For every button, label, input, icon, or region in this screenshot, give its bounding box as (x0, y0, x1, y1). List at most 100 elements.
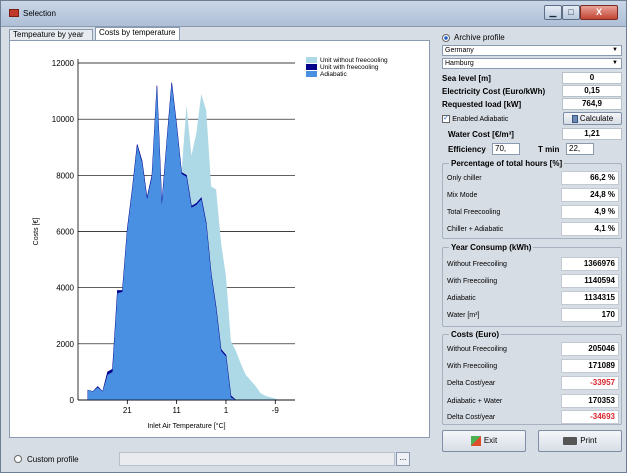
costs-row-value: 205046 (561, 342, 619, 356)
x-tick-label: 21 (123, 406, 132, 415)
archive-profile-label: Archive profile (454, 33, 505, 42)
y-tick-label: 2000 (56, 340, 74, 349)
costs-row: Delta Cost/year -33957 (443, 375, 621, 391)
y-tick-label: 8000 (56, 171, 74, 180)
y-tick-label: 12000 (52, 59, 75, 68)
custom-profile-bar: Custom profile ... (9, 451, 430, 467)
electricity-cost-input[interactable]: 0,15 (562, 85, 622, 97)
legend-swatch (306, 57, 317, 63)
city-select[interactable]: Hamburg ▼ (442, 58, 622, 69)
consumption-row-value: 170 (561, 308, 619, 322)
costs-title: Costs (Euro) (449, 330, 501, 339)
percentage-title: Percentage of total hours [%] (449, 159, 565, 168)
city-value: Hamburg (445, 60, 474, 67)
title-bar: Selection ▁ □ X (1, 1, 626, 27)
custom-profile-label: Custom profile (27, 455, 79, 464)
calculator-icon (571, 114, 578, 123)
exit-label: Exit (483, 436, 498, 445)
costs-row-label: Delta Cost/year (447, 380, 496, 387)
efficiency-input[interactable]: 70, (492, 143, 520, 155)
adiabatic-label: Enabled Adiabatic (452, 116, 509, 123)
chevron-down-icon: ▼ (612, 60, 618, 66)
exit-button[interactable]: Exit (442, 430, 526, 452)
y-tick-label: 0 (70, 396, 75, 405)
adiabatic-checkbox-wrap[interactable]: ✓ Enabled Adiabatic (442, 114, 508, 123)
efficiency-row: Efficiency 70, T min 22, (442, 143, 622, 155)
legend-swatch (306, 64, 317, 70)
adiabatic-checkbox[interactable]: ✓ (442, 114, 450, 123)
percentage-row-value: 4,1 % (561, 222, 619, 236)
requested-load-input[interactable]: 764,9 (562, 98, 622, 110)
consumption-row-value: 1134315 (561, 291, 619, 305)
requested-load-label: Requested load [kW] (442, 100, 522, 109)
consumption-row: Water [m³] 170 (443, 307, 621, 323)
percentage-row-value: 24,8 % (561, 188, 619, 202)
tmin-input[interactable]: 22, (566, 143, 594, 155)
custom-profile-radio[interactable] (14, 455, 22, 463)
costs-row: Without Freecoiling 205046 (443, 341, 621, 357)
percentage-row-value: 4,9 % (561, 205, 619, 219)
efficiency-label: Efficiency (448, 145, 486, 154)
percentage-row: Total Freecooling 4,9 % (443, 204, 621, 220)
calculate-label: Calculate (579, 114, 614, 123)
percentage-row-label: Chiller + Adiabatic (447, 226, 504, 233)
percentage-row: Chiller + Adiabatic 4,1 % (443, 221, 621, 237)
consumption-row-value: 1366976 (561, 257, 619, 271)
consumption-row-label: With Freecoiling (447, 278, 498, 285)
sea-level-label: Sea level [m] (442, 74, 491, 83)
tab-temperature-by-year[interactable]: Tempeature by year (9, 29, 93, 40)
tmin-label: T min (538, 145, 560, 154)
country-value: Germany (445, 47, 474, 54)
consumption-row-label: Water [m³] (447, 312, 480, 319)
percentage-row-value: 66,2 % (561, 171, 619, 185)
water-cost-label: Water Cost [€/m³] (448, 130, 514, 139)
x-tick-label: 11 (172, 406, 181, 415)
percentage-row-label: Total Freecooling (447, 209, 501, 216)
series-area (87, 84, 281, 400)
costs-chart: 02000400060008000100001200021 11 1 -9Inlet … (33, 57, 388, 430)
archive-profile-radio[interactable] (442, 33, 450, 42)
consumption-row: Adiabatic 1134315 (443, 290, 621, 306)
archive-profile-option[interactable]: Archive profile (442, 33, 505, 42)
costs-row-value: -34693 (561, 410, 619, 424)
maximize-button[interactable]: □ (562, 5, 580, 20)
costs-row-label: Adiabatic + Water (447, 398, 503, 405)
settings-panel: Archive profile Germany ▼ Hamburg ▼ Sea le… (438, 29, 622, 469)
water-cost-row: Water Cost [€/m³] 1,21 (442, 128, 622, 140)
percentage-row-label: Only chiller (447, 175, 482, 182)
sea-level-input[interactable]: 0 (562, 72, 622, 84)
consumption-row-label: Adiabatic (447, 295, 476, 302)
consumption-row: With Freecoiling 1140594 (443, 273, 621, 289)
x-tick-label: -9 (272, 406, 280, 415)
costs-row-label: Without Freecoiling (447, 346, 507, 353)
chevron-down-icon: ▼ (612, 47, 618, 53)
tab-costs-by-temperature[interactable]: Costs by temperature (95, 27, 180, 40)
load-row: Requested load [kW] 764,9 (442, 98, 622, 110)
custom-profile-path-input[interactable] (119, 452, 395, 466)
consumption-row-value: 1140594 (561, 274, 619, 288)
percentage-row: Mix Mode 24,8 % (443, 187, 621, 203)
legend-swatch (306, 71, 317, 77)
print-label: Print (580, 436, 597, 445)
sea-level-row: Sea level [m] 0 (442, 72, 622, 84)
calculate-button[interactable]: Calculate (563, 112, 622, 125)
print-button[interactable]: Print (538, 430, 622, 452)
chart-panel: 0 2000 4000 6000 8000 10000 12000 21 11 1 -9 Inlet … (9, 40, 430, 438)
minimize-button[interactable]: ▁ (544, 5, 562, 20)
printer-icon (563, 436, 578, 445)
browse-button[interactable]: ... (396, 452, 410, 466)
costs-row-label: Delta Cost/year (447, 414, 496, 421)
costs-row: With Freecoiling 171089 (443, 358, 621, 374)
consumption-row-label: Without Freecoiling (447, 261, 507, 268)
window-title: Selection (23, 9, 56, 18)
close-button[interactable]: X (580, 5, 618, 20)
adiabatic-row: ✓ Enabled Adiabatic Calculate (442, 112, 622, 125)
water-cost-input[interactable]: 1,21 (562, 128, 622, 140)
exit-icon (470, 435, 481, 446)
y-tick-label: 4000 (56, 284, 74, 293)
costs-row-label: With Freecoiling (447, 363, 498, 370)
costs-row-value: 171089 (561, 359, 619, 373)
legend-label: Adiabatic (320, 71, 347, 78)
costs-row: Delta Cost/year -34693 (443, 409, 621, 425)
country-select[interactable]: Germany ▼ (442, 45, 622, 56)
